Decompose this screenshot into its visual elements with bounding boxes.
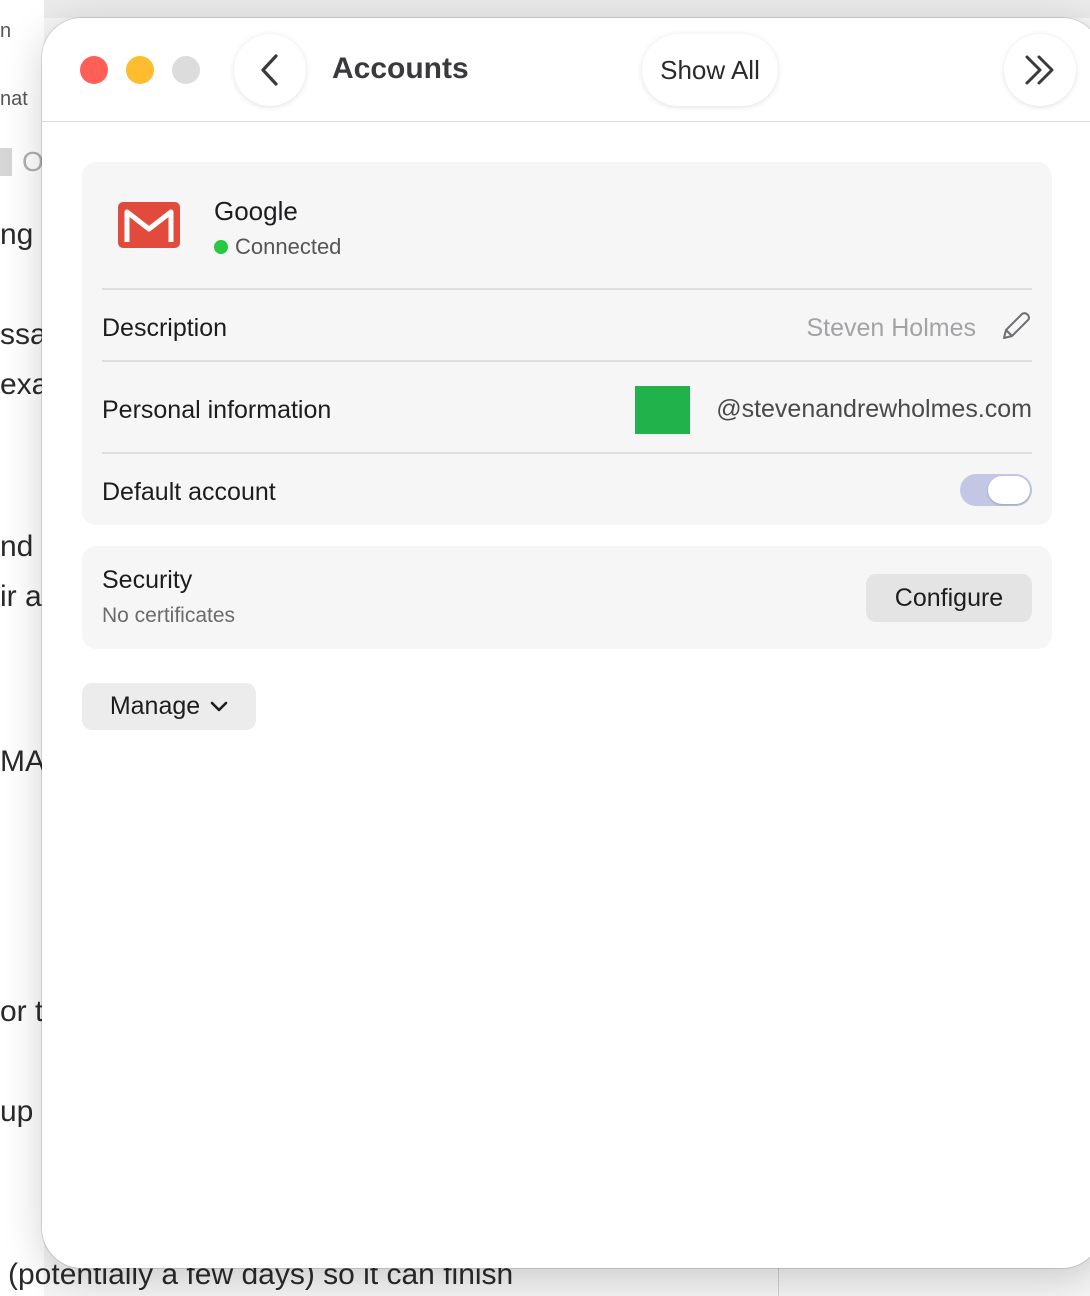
back-button[interactable] — [234, 34, 306, 106]
default-account-toggle[interactable] — [960, 474, 1032, 506]
account-provider-name: Google — [214, 196, 298, 226]
zoom-window-button[interactable] — [172, 56, 200, 84]
minimize-window-button[interactable] — [126, 56, 154, 84]
account-email: @stevenandrewholmes.com — [716, 395, 1032, 423]
background-text-fragment: or t — [0, 995, 44, 1028]
description-row: Description Steven Holmes — [102, 288, 1032, 362]
default-account-row: Default account — [102, 452, 1032, 526]
chevron-left-icon — [261, 54, 278, 86]
connection-status-text: Connected — [235, 234, 342, 259]
toggle-knob — [988, 476, 1030, 504]
manage-button[interactable]: Manage — [82, 683, 256, 730]
manage-button-label: Manage — [109, 692, 201, 720]
more-toolbar-items-button[interactable] — [1004, 34, 1076, 106]
title-bar: Accounts Show All — [42, 18, 1090, 122]
show-all-button[interactable]: Show All — [642, 34, 778, 106]
background-text-fragment: ir a — [0, 580, 42, 613]
chevron-down-icon — [210, 701, 228, 711]
background-chip-letter: O — [22, 146, 44, 177]
double-chevron-right-icon — [1025, 55, 1054, 85]
pencil-icon[interactable] — [998, 310, 1032, 344]
description-field[interactable]: Steven Holmes — [806, 314, 976, 343]
configure-button[interactable]: Configure — [866, 574, 1032, 622]
background-text-fragment: MA — [0, 745, 45, 778]
security-card: Security No certificates Configure — [82, 546, 1052, 649]
redacted-email-block — [635, 386, 690, 434]
page-title: Accounts — [332, 52, 469, 85]
close-window-button[interactable] — [80, 56, 108, 84]
gmail-logo-icon — [118, 202, 180, 248]
connection-status: Connected — [214, 234, 341, 260]
personal-information-label: Personal information — [102, 396, 332, 424]
personal-information-row[interactable]: Personal information @stevenandrewholmes… — [102, 360, 1032, 454]
background-top-bar — [0, 0, 1090, 18]
background-text-fragment: ng — [0, 218, 34, 251]
background-text-fragment: n — [0, 20, 12, 42]
connected-dot-icon — [214, 240, 228, 254]
security-subtitle: No certificates — [102, 604, 236, 627]
accounts-window: Accounts Show All Google Connected Descr… — [42, 18, 1090, 1268]
description-label: Description — [102, 314, 228, 342]
security-title: Security — [102, 566, 193, 594]
default-account-label: Default account — [102, 478, 276, 506]
background-chip — [0, 148, 12, 176]
background-text-fragment: nd — [0, 530, 34, 563]
background-text-fragment: up — [0, 1095, 34, 1128]
account-header: Google Connected — [82, 162, 1052, 288]
account-card: Google Connected Description Steven Holm… — [82, 162, 1052, 525]
background-text-fragment: nat — [0, 88, 28, 110]
